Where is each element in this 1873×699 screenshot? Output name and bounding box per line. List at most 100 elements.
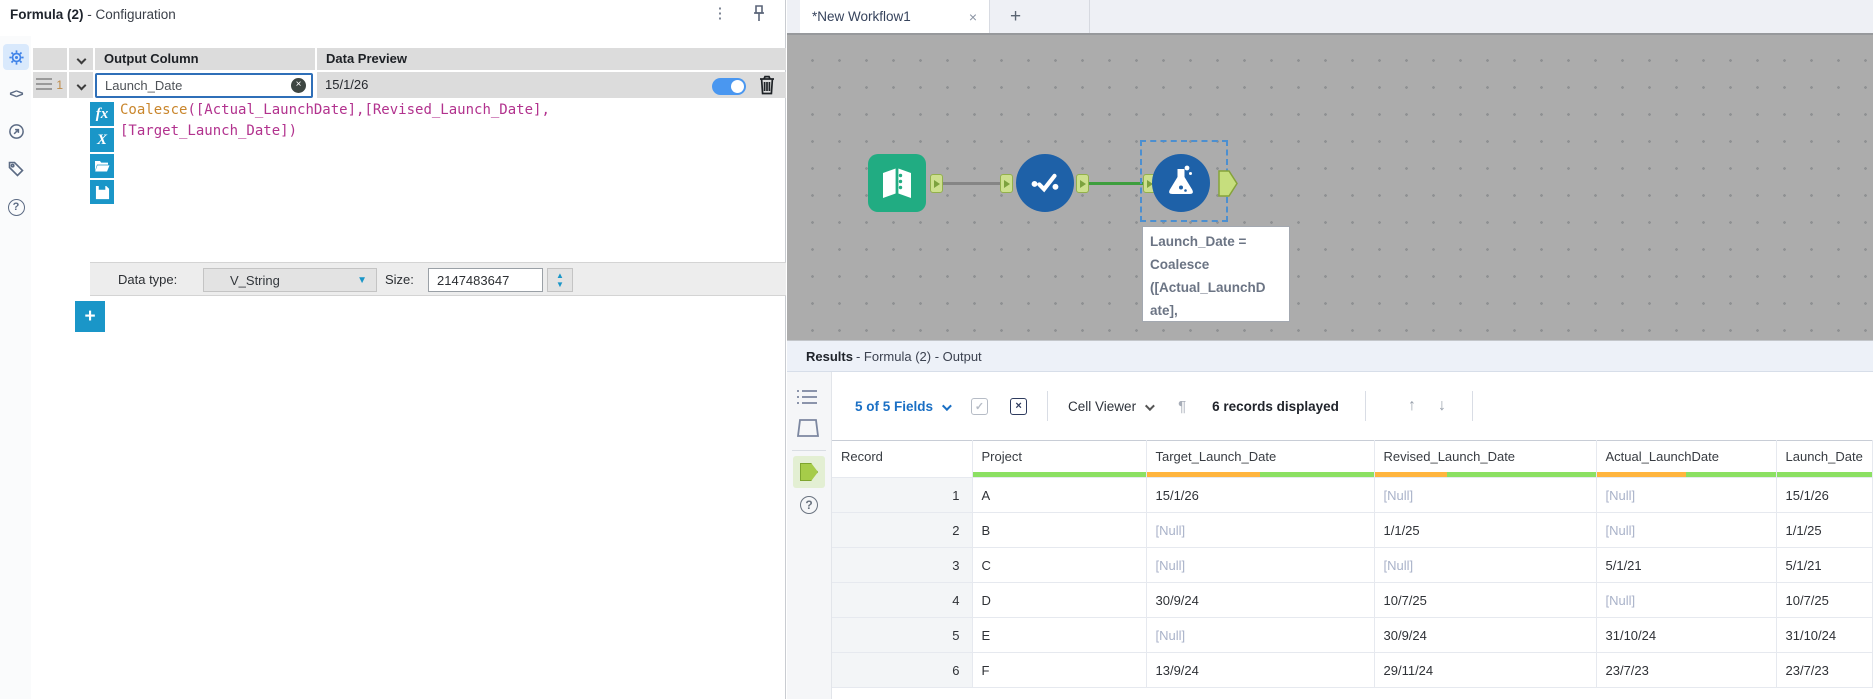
down-arrow-icon[interactable]: ↓ [1438, 397, 1446, 415]
formula-expression[interactable]: Coalesce([Actual_LaunchDate],[Revised_La… [120, 100, 760, 142]
column-header[interactable]: Launch_Date [1776, 440, 1873, 478]
input-anchor[interactable] [1000, 174, 1013, 193]
formula-tool[interactable] [1152, 154, 1210, 212]
column-header[interactable]: Record [832, 440, 973, 478]
select-fields-icon[interactable]: ✓ [971, 397, 989, 415]
output-anchor[interactable] [930, 174, 943, 193]
checkmark-icon [1031, 173, 1059, 193]
data-cell: 29/11/24 [1374, 652, 1597, 688]
data-cell: 10/7/25 [1374, 582, 1597, 618]
data-cell: [Null] [1596, 512, 1777, 548]
data-type-select[interactable]: V_String ▼ [203, 268, 377, 292]
new-tab-button[interactable]: + [1010, 7, 1021, 26]
data-type-label: Data type: [118, 272, 178, 287]
row-expand-chevron[interactable] [69, 72, 93, 98]
dropdown-arrow-icon: ▼ [357, 274, 367, 286]
up-arrow-icon[interactable]: ↑ [1408, 397, 1416, 415]
select-tool[interactable] [1016, 154, 1074, 212]
data-cell: E [972, 617, 1147, 653]
help-icon[interactable]: ? [3, 194, 29, 220]
tag-icon[interactable] [3, 156, 29, 182]
column-header[interactable]: Target_Launch_Date [1146, 440, 1375, 478]
record-cell: 6 [832, 652, 973, 688]
record-cell: 5 [832, 617, 973, 653]
output-column-input[interactable] [97, 78, 291, 93]
new-tab-zone: + [990, 0, 1090, 33]
output-column-field-wrap: × [95, 73, 313, 98]
data-cell: 31/10/24 [1596, 617, 1777, 653]
settings-gear-icon[interactable] [3, 44, 29, 70]
configuration-titlebar: Formula (2) - Configuration ⋮ [0, 0, 785, 30]
table-row: 1 A 15/1/26 [Null] [Null] 15/1/26 [832, 477, 1873, 513]
list-view-icon[interactable] [796, 388, 818, 406]
quality-null-segment [1596, 472, 1686, 477]
column-header[interactable]: Actual_LaunchDate [1596, 440, 1777, 478]
data-cell: 15/1/26 [1146, 477, 1375, 513]
size-input[interactable] [428, 268, 543, 292]
record-cell: 3 [832, 547, 973, 583]
trash-icon [760, 75, 774, 95]
tab-close-icon[interactable]: × [969, 9, 977, 25]
row-drag-handle[interactable]: 1 [33, 72, 67, 98]
workflow-canvas[interactable]: Launch_Date = Coalesce ([Actual_LaunchD … [787, 33, 1873, 340]
data-cell: 10/7/25 [1776, 582, 1873, 618]
clear-icon[interactable]: × [291, 78, 306, 93]
results-toolbar: 5 of 5 Fields ✓ × Cell Viewer ¶ 6 record… [832, 372, 1873, 440]
column-header-chevron[interactable] [69, 48, 93, 70]
code-icon[interactable]: <> [3, 80, 29, 106]
column-header[interactable]: Revised_Launch_Date [1374, 440, 1597, 478]
cell-viewer-dropdown[interactable]: Cell Viewer [1068, 399, 1155, 414]
toolbar-divider [1364, 391, 1366, 421]
panel-title: Formula (2) - Configuration [10, 7, 176, 22]
variables-icon[interactable]: X [90, 128, 114, 152]
deselect-fields-icon[interactable]: × [1010, 397, 1028, 415]
formula-line-1: Coalesce([Actual_LaunchDate],[Revised_La… [120, 102, 550, 118]
output-connection-tab[interactable] [793, 456, 825, 488]
quality-ok-segment [972, 472, 1146, 477]
delete-row-button[interactable] [757, 74, 779, 98]
data-cell: 1/1/25 [1776, 512, 1873, 548]
data-cell: [Null] [1596, 477, 1777, 513]
quality-ok-segment [1686, 472, 1776, 477]
more-options-icon[interactable]: ⋮ [710, 4, 730, 26]
strip-divider [792, 450, 826, 451]
connection-wire[interactable] [943, 182, 1000, 185]
stepper-down-icon[interactable]: ▼ [556, 280, 564, 289]
pilcrow-icon[interactable]: ¶ [1178, 398, 1186, 415]
row-number: 1 [56, 78, 63, 92]
configuration-panel: Formula (2) - Configuration ⋮ <> ? Outpu… [0, 0, 786, 699]
save-icon[interactable] [90, 180, 114, 204]
tool-annotation[interactable]: Launch_Date = Coalesce ([Actual_LaunchD … [1142, 226, 1290, 322]
workflow-tab[interactable]: *New Workflow1 × [800, 0, 990, 33]
stepper-up-icon[interactable]: ▲ [556, 271, 564, 280]
add-expression-button[interactable]: + [75, 301, 105, 332]
metadata-view-icon[interactable] [796, 418, 820, 438]
quality-null-segment [1146, 472, 1260, 477]
data-cell: F [972, 652, 1147, 688]
input-data-tool[interactable] [868, 154, 926, 212]
size-label: Size: [385, 272, 414, 287]
fields-dropdown[interactable]: 5 of 5 Fields [855, 399, 952, 414]
table-row: 5 E [Null] 30/9/24 31/10/24 31/10/24 [832, 617, 1873, 653]
size-stepper[interactable]: ▲ ▼ [547, 268, 573, 292]
pin-icon[interactable] [750, 4, 772, 26]
folder-icon[interactable] [90, 154, 114, 178]
functions-icon[interactable]: fx [90, 102, 114, 126]
data-cell: 15/1/26 [1776, 477, 1873, 513]
output-anchor[interactable] [1218, 170, 1238, 197]
data-cell: A [972, 477, 1147, 513]
output-anchor[interactable] [1076, 174, 1089, 193]
data-preview-header: Data Preview [317, 48, 786, 70]
formula-line-2: [Target_Launch_Date]) [120, 123, 298, 139]
output-anchor-icon [800, 463, 818, 481]
chevron-down-icon [1145, 400, 1155, 411]
open-in-new-icon[interactable] [3, 118, 29, 144]
toolbar-divider [1471, 391, 1473, 421]
formula-editor-toolbar: fx X [90, 102, 114, 206]
row-enabled-toggle[interactable] [712, 78, 746, 95]
connection-wire[interactable] [1089, 182, 1143, 185]
table-row: 2 B [Null] 1/1/25 [Null] 1/1/25 [832, 512, 1873, 548]
workflow-tabbar: *New Workflow1 × + [787, 0, 1873, 33]
results-help-icon[interactable]: ? [800, 496, 818, 514]
column-header[interactable]: Project [972, 440, 1147, 478]
